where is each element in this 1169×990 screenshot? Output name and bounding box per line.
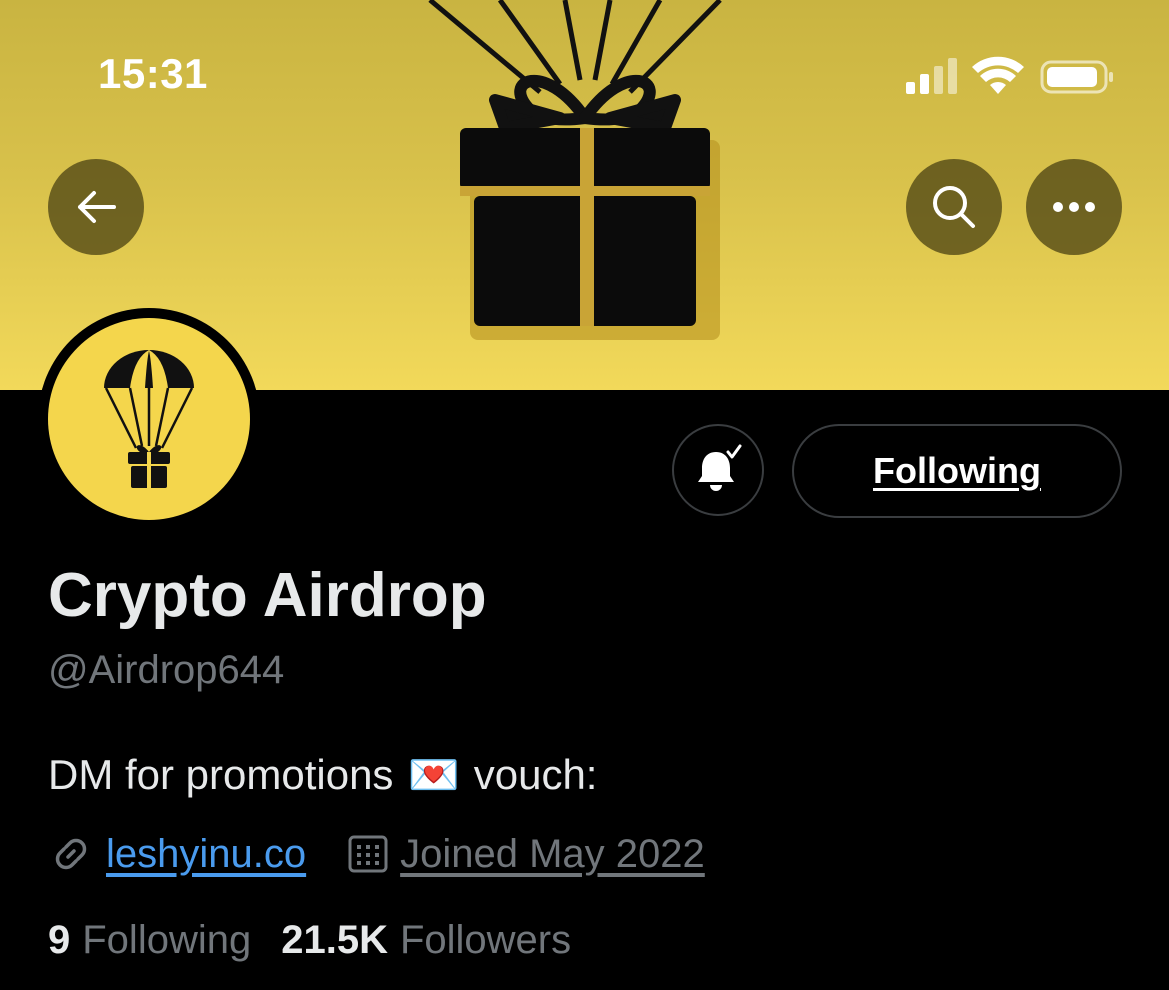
- signal-icon: [906, 58, 957, 94]
- joined-date: Joined May 2022: [400, 831, 705, 876]
- more-horizontal-icon: [1053, 202, 1095, 212]
- bio-suffix: vouch:: [473, 751, 598, 798]
- wifi-icon: [972, 56, 1024, 94]
- following-button[interactable]: Following: [792, 424, 1122, 518]
- profile-meta: leshyinu.co Joined May 2022: [48, 826, 705, 882]
- followers-count: 21.5K: [281, 918, 388, 962]
- back-button[interactable]: [48, 159, 144, 255]
- avatar[interactable]: [48, 318, 250, 520]
- followers-count-link[interactable]: 21.5K Followers: [281, 918, 571, 963]
- follow-counts: 9 Following 21.5K Followers: [48, 918, 571, 963]
- calendar-icon: [348, 835, 388, 873]
- link-icon: [55, 838, 87, 870]
- status-time: 15:31: [98, 50, 208, 97]
- bio-emoji: 💌: [407, 750, 460, 799]
- notifications-button[interactable]: [672, 424, 764, 516]
- bell-check-icon: [698, 444, 742, 491]
- bio-text: DM for promotions: [48, 751, 394, 798]
- search-button[interactable]: [906, 159, 1002, 255]
- website-link[interactable]: leshyinu.co: [106, 832, 306, 877]
- status-icons: [906, 56, 1113, 94]
- following-count: 9: [48, 918, 71, 962]
- parachute-gift-icon: [104, 350, 194, 488]
- arrow-left-icon: [78, 191, 116, 223]
- display-name: Crypto Airdrop: [48, 561, 487, 630]
- followers-label: Followers: [399, 918, 572, 962]
- profile-handle: @Airdrop644: [48, 648, 285, 692]
- more-button[interactable]: [1026, 159, 1122, 255]
- following-count-link[interactable]: 9 Following: [48, 918, 251, 963]
- following-label: Following: [82, 918, 252, 962]
- battery-icon: [1040, 60, 1113, 94]
- search-icon: [933, 186, 975, 228]
- profile-bio: DM for promotions 💌 vouch:: [48, 750, 597, 800]
